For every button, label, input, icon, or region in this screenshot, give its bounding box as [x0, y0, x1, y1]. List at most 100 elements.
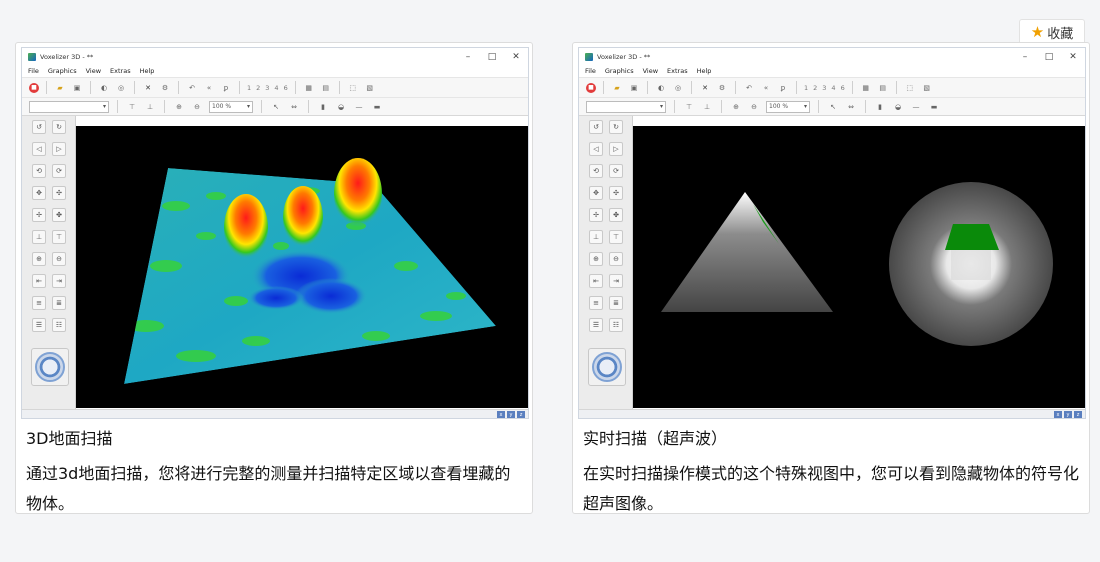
axis-y-button[interactable]: y	[1064, 411, 1072, 418]
axis-z-button[interactable]: z	[1074, 411, 1082, 418]
scan-icon[interactable]: ◐	[655, 82, 667, 94]
report-icon[interactable]: ▧	[921, 82, 933, 94]
maximize-button[interactable]: □	[480, 52, 504, 62]
view-1-button[interactable]: 1	[804, 84, 808, 92]
level-high-icon[interactable]: ⊤	[609, 230, 623, 244]
scan-icon[interactable]: ◐	[98, 82, 110, 94]
3d-viewport[interactable]	[76, 126, 528, 408]
layers-alt-icon[interactable]: ≣	[609, 296, 623, 310]
tilt-right-icon[interactable]: ▷	[609, 142, 623, 156]
move-horizontal-icon[interactable]: ✥	[589, 186, 603, 200]
view-4-button[interactable]: 4	[831, 84, 835, 92]
undo-icon[interactable]: ↶	[186, 82, 198, 94]
align-top-icon[interactable]: ⊤	[126, 101, 138, 113]
grid-icon[interactable]: ▦	[860, 82, 872, 94]
navigation-joystick[interactable]	[31, 348, 69, 386]
settings-icon[interactable]: ⚙	[716, 82, 728, 94]
close-button[interactable]: ✕	[504, 52, 528, 62]
view-3-button[interactable]: 3	[822, 84, 826, 92]
save-icon[interactable]: ▣	[628, 82, 640, 94]
record-icon[interactable]: ◎	[115, 82, 127, 94]
maximize-button[interactable]: □	[1037, 52, 1061, 62]
pointer-icon[interactable]: ↖	[270, 101, 282, 113]
zoom-out-icon[interactable]: ⊖	[748, 101, 760, 113]
filter-icon[interactable]: ꝑ	[777, 82, 789, 94]
align-top-icon[interactable]: ⊤	[683, 101, 695, 113]
open-folder-icon[interactable]: ▰	[54, 82, 66, 94]
turn-right-icon[interactable]: ⟳	[609, 164, 623, 178]
expand-icon[interactable]: ⇥	[609, 274, 623, 288]
level-low-icon[interactable]: ⊥	[589, 230, 603, 244]
open-folder-icon[interactable]: ▰	[611, 82, 623, 94]
view-1-button[interactable]: 1	[247, 84, 251, 92]
stop-icon[interactable]: ■	[586, 82, 596, 93]
move-up-icon[interactable]: ✢	[589, 208, 603, 222]
move-horizontal-icon[interactable]: ✥	[32, 186, 46, 200]
list-icon[interactable]: ☰	[589, 318, 603, 332]
rotate-right-icon[interactable]: ↻	[609, 120, 623, 134]
layers-icon[interactable]: ≡	[32, 296, 46, 310]
move-down-icon[interactable]: ✤	[609, 208, 623, 222]
menu-extras[interactable]: Extras	[110, 67, 131, 75]
axis-y-button[interactable]: y	[507, 411, 515, 418]
view-2-button[interactable]: 2	[256, 84, 260, 92]
marker-icon[interactable]: ▮	[874, 101, 886, 113]
zoom-out-icon[interactable]: ⊖	[191, 101, 203, 113]
image-icon[interactable]: ▤	[877, 82, 889, 94]
surface-icon[interactable]: ◒	[335, 101, 347, 113]
export-icon[interactable]: ⬚	[347, 82, 359, 94]
align-bottom-icon[interactable]: ⊥	[144, 101, 156, 113]
tilt-left-icon[interactable]: ◁	[32, 142, 46, 156]
pointer-icon[interactable]: ↖	[827, 101, 839, 113]
list-alt-icon[interactable]: ☷	[609, 318, 623, 332]
axis-x-button[interactable]: x	[497, 411, 505, 418]
navigation-joystick[interactable]	[588, 348, 626, 386]
rotate-left-icon[interactable]: ↺	[589, 120, 603, 134]
zoom-in-icon[interactable]: ⊕	[730, 101, 742, 113]
zoom-select[interactable]: 100 % ▾	[766, 100, 810, 113]
shrink-icon[interactable]: ⇤	[32, 274, 46, 288]
layers-icon[interactable]: ≡	[589, 296, 603, 310]
mode-select[interactable]: ▾	[29, 100, 109, 113]
report-icon[interactable]: ▧	[364, 82, 376, 94]
zoom-select[interactable]: 100 % ▾	[209, 100, 253, 113]
menu-view[interactable]: View	[643, 67, 658, 75]
rewind-icon[interactable]: «	[760, 82, 772, 94]
view-3-button[interactable]: 3	[265, 84, 269, 92]
menu-extras[interactable]: Extras	[667, 67, 688, 75]
tools-icon[interactable]: ✕	[142, 82, 154, 94]
menu-view[interactable]: View	[86, 67, 101, 75]
measure-icon[interactable]: ⇔	[288, 101, 300, 113]
minimize-button[interactable]: –	[456, 52, 480, 62]
view-4-button[interactable]: 4	[274, 84, 278, 92]
level-high-icon[interactable]: ⊤	[52, 230, 66, 244]
filter-icon[interactable]: ꝑ	[220, 82, 232, 94]
menu-help[interactable]: Help	[140, 67, 155, 75]
measure-icon[interactable]: ⇔	[845, 101, 857, 113]
undo-icon[interactable]: ↶	[743, 82, 755, 94]
rewind-icon[interactable]: «	[203, 82, 215, 94]
level-low-icon[interactable]: ⊥	[32, 230, 46, 244]
marker-icon[interactable]: ▮	[317, 101, 329, 113]
close-button[interactable]: ✕	[1061, 52, 1085, 62]
mode-select[interactable]: ▾	[586, 100, 666, 113]
menu-graphics[interactable]: Graphics	[48, 67, 77, 75]
view-6-button[interactable]: 6	[841, 84, 845, 92]
image-icon[interactable]: ▤	[320, 82, 332, 94]
list-alt-icon[interactable]: ☷	[52, 318, 66, 332]
move-vertical-icon[interactable]: ✣	[609, 186, 623, 200]
list-icon[interactable]: ☰	[32, 318, 46, 332]
save-icon[interactable]: ▣	[71, 82, 83, 94]
view-6-button[interactable]: 6	[284, 84, 288, 92]
rotate-right-icon[interactable]: ↻	[52, 120, 66, 134]
stop-icon[interactable]: ■	[29, 82, 39, 93]
menu-file[interactable]: File	[28, 67, 39, 75]
zoom-in-panel-icon[interactable]: ⊕	[32, 252, 46, 266]
line-icon[interactable]: —	[353, 101, 365, 113]
settings-icon[interactable]: ⚙	[159, 82, 171, 94]
shrink-icon[interactable]: ⇤	[589, 274, 603, 288]
move-down-icon[interactable]: ✤	[52, 208, 66, 222]
minimize-button[interactable]: –	[1013, 52, 1037, 62]
record-icon[interactable]: ◎	[672, 82, 684, 94]
zoom-out-panel-icon[interactable]: ⊖	[609, 252, 623, 266]
